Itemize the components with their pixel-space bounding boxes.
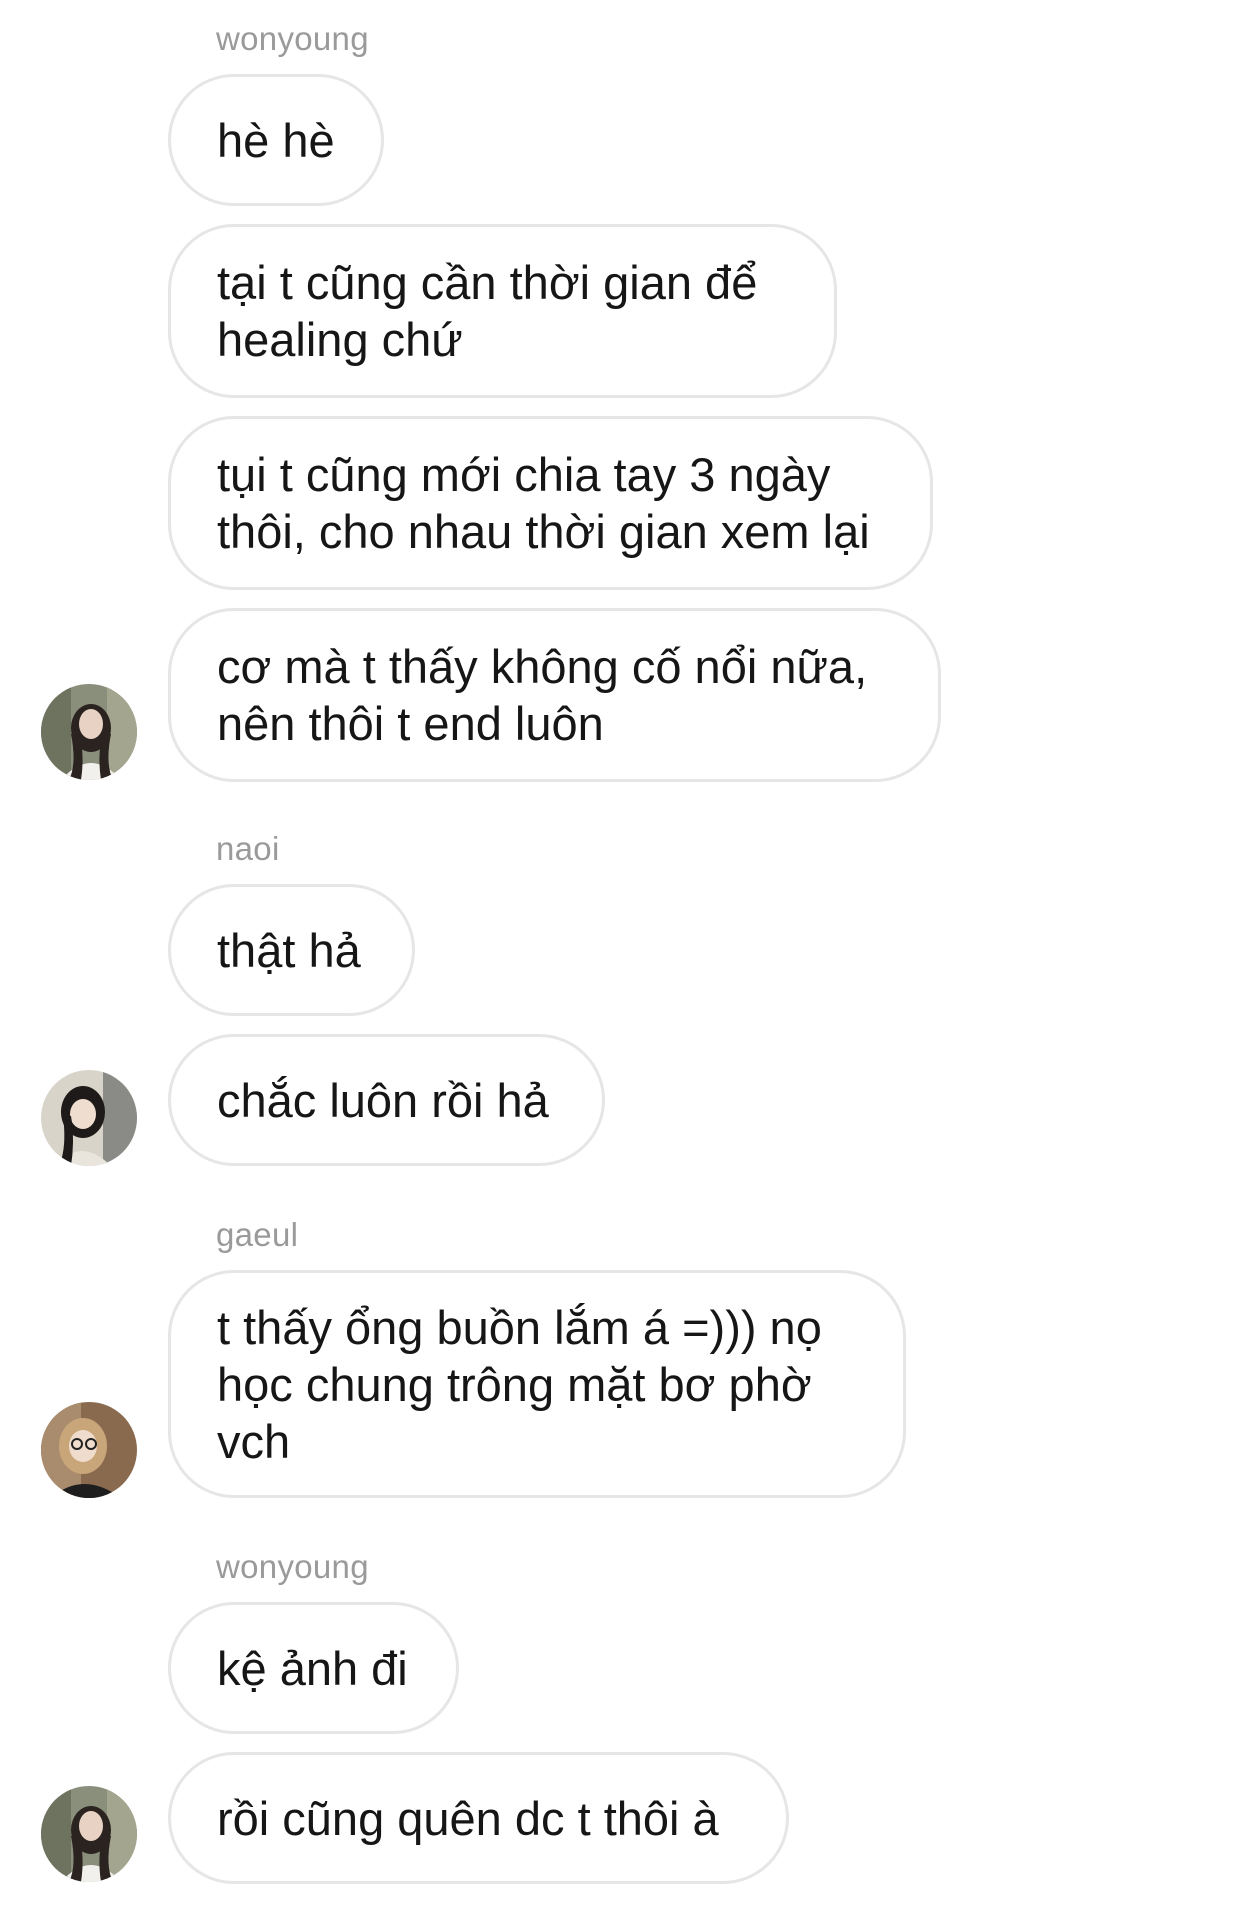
sender-name: naoi: [216, 830, 280, 867]
avatar-naoi[interactable]: [41, 1070, 137, 1166]
message-bubble[interactable]: tụi t cũng mới chia tay 3 ngày thôi, cho…: [168, 416, 933, 590]
message-bubble[interactable]: rồi cũng quên dc t thôi à: [168, 1752, 789, 1884]
sender-name: wonyoung: [216, 20, 369, 57]
message-bubble[interactable]: cơ mà t thấy không cố nổi nữa, nên thôi …: [168, 608, 941, 782]
sender-name: wonyoung: [216, 1548, 369, 1585]
sender-name: gaeul: [216, 1216, 299, 1253]
message-bubble[interactable]: kệ ảnh đi: [168, 1602, 459, 1734]
message-bubble[interactable]: chắc luôn rồi hả: [168, 1034, 605, 1166]
message-bubble[interactable]: tại t cũng cần thời gian để healing chứ: [168, 224, 837, 398]
message-bubble[interactable]: thật hả: [168, 884, 415, 1016]
avatar-wonyoung[interactable]: [41, 684, 137, 780]
message-bubble[interactable]: t thấy ổng buồn lắm á =))) nọ học chung …: [168, 1270, 906, 1498]
message-bubble[interactable]: hè hè: [168, 74, 384, 206]
avatar-wonyoung[interactable]: [41, 1786, 137, 1882]
avatar-gaeul[interactable]: [41, 1402, 137, 1498]
